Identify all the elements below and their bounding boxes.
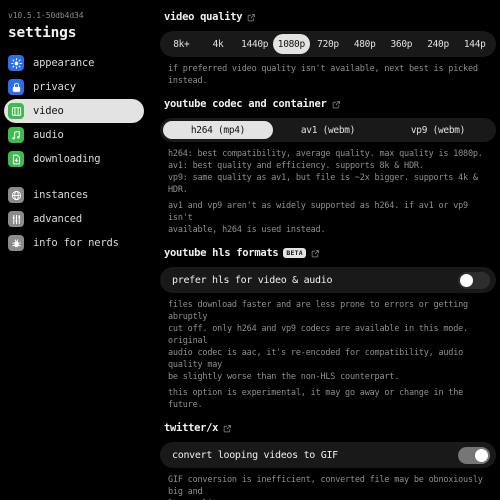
section-title: video quality	[164, 11, 243, 23]
section-video-quality: video quality 8k+ 4k 1440p 1080p 720p 48…	[160, 10, 496, 87]
hls-toggle-label: prefer hls for video & audio	[172, 274, 333, 286]
toggle-knob	[475, 448, 488, 462]
globe-icon	[8, 187, 24, 203]
sidebar-item-label: downloading	[33, 153, 101, 165]
sun-icon	[8, 55, 24, 71]
codec-option-h264[interactable]: h264 (mp4)	[163, 121, 273, 139]
codec-hint: h264: best compatibility, average qualit…	[168, 149, 483, 195]
section-heading: youtube codec and container	[164, 97, 496, 111]
sidebar-item-audio[interactable]: audio	[4, 123, 144, 147]
twitter-gif-toggle-row[interactable]: convert looping videos to GIF	[160, 442, 496, 468]
film-icon	[8, 103, 24, 119]
section-twitter-x: twitter/x convert looping videos to GIF …	[160, 421, 496, 500]
sidebar-item-label: info for nerds	[33, 237, 119, 249]
quality-option-240p[interactable]: 240p	[420, 34, 457, 54]
video-quality-hint: if preferred video quality isn't availab…	[168, 64, 483, 86]
toggle-knob	[460, 273, 473, 287]
sidebar-item-privacy[interactable]: privacy	[4, 75, 144, 99]
bug-icon	[8, 235, 24, 251]
sidebar-item-label: video	[33, 105, 64, 117]
status-badge: BETA	[283, 247, 306, 259]
sidebar-item-info-for-nerds[interactable]: info for nerds	[4, 231, 144, 255]
sidebar-item-label: advanced	[33, 213, 82, 225]
sidebar-nav: appearance privacy video audio downloadi…	[0, 51, 148, 255]
music-icon	[8, 127, 24, 143]
twitter-gif-toggle-label: convert looping videos to GIF	[172, 449, 338, 461]
sidebar-item-downloading[interactable]: downloading	[4, 147, 144, 171]
settings-window: v10.5.1-50db4d34 settings appearance pri…	[0, 0, 500, 500]
hls-toggle-row[interactable]: prefer hls for video & audio	[160, 267, 496, 293]
app-version: v10.5.1-50db4d34	[8, 11, 84, 20]
lock-icon	[8, 79, 24, 95]
section-youtube-codec: youtube codec and container h264 (mp4) a…	[160, 97, 496, 236]
codec-option-vp9[interactable]: vp9 (webm)	[383, 121, 493, 139]
quality-option-144p[interactable]: 144p	[456, 34, 493, 54]
quality-option-1080p[interactable]: 1080p	[273, 34, 310, 54]
sidebar-item-label: audio	[33, 129, 64, 141]
quality-option-720p[interactable]: 720p	[310, 34, 347, 54]
quality-option-360p[interactable]: 360p	[383, 34, 420, 54]
sidebar-item-label: appearance	[33, 57, 95, 69]
external-link-icon[interactable]	[332, 100, 341, 109]
quality-option-4k[interactable]: 4k	[200, 34, 237, 54]
twitter-hint: GIF conversion is inefficient, converted…	[168, 475, 483, 500]
sidebar-item-label: privacy	[33, 81, 76, 93]
section-heading: video quality	[164, 10, 496, 24]
codec-option-av1[interactable]: av1 (webm)	[273, 121, 383, 139]
sidebar-item-video[interactable]: video	[4, 99, 144, 123]
page-title: settings	[8, 25, 77, 41]
sidebar-item-advanced[interactable]: advanced	[4, 207, 144, 231]
codec-hint-secondary: av1 and vp9 aren't as widely supported a…	[168, 201, 468, 235]
sidebar-item-label: instances	[33, 189, 89, 201]
external-link-icon[interactable]	[247, 13, 256, 22]
hls-toggle-switch[interactable]	[458, 271, 490, 289]
download-file-icon	[8, 151, 24, 167]
section-youtube-hls: youtube hls formats BETA prefer hls for …	[160, 246, 496, 411]
section-heading: twitter/x	[164, 421, 496, 435]
sidebar: v10.5.1-50db4d34 settings appearance pri…	[0, 0, 152, 500]
video-quality-segmented-control[interactable]: 8k+ 4k 1440p 1080p 720p 480p 360p 240p 1…	[160, 31, 496, 57]
section-title: twitter/x	[164, 422, 219, 434]
sliders-icon	[8, 211, 24, 227]
sidebar-item-instances[interactable]: instances	[4, 183, 144, 207]
settings-content: video quality 8k+ 4k 1440p 1080p 720p 48…	[152, 0, 500, 500]
external-link-icon[interactable]	[311, 249, 320, 258]
section-heading: youtube hls formats BETA	[164, 246, 496, 260]
twitter-gif-toggle-switch[interactable]	[458, 446, 490, 464]
quality-option-8k[interactable]: 8k+	[163, 34, 200, 54]
quality-option-480p[interactable]: 480p	[346, 34, 383, 54]
codec-segmented-control[interactable]: h264 (mp4) av1 (webm) vp9 (webm)	[160, 118, 496, 142]
hls-hint: files download faster and are less prone…	[168, 300, 468, 382]
section-title: youtube hls formats	[164, 247, 279, 259]
sidebar-item-appearance[interactable]: appearance	[4, 51, 144, 75]
section-title: youtube codec and container	[164, 98, 327, 110]
quality-option-1440p[interactable]: 1440p	[236, 34, 273, 54]
hls-hint-secondary: this option is experimental, it may go a…	[168, 388, 468, 410]
sidebar-divider-gap	[0, 171, 148, 183]
external-link-icon[interactable]	[223, 424, 232, 433]
